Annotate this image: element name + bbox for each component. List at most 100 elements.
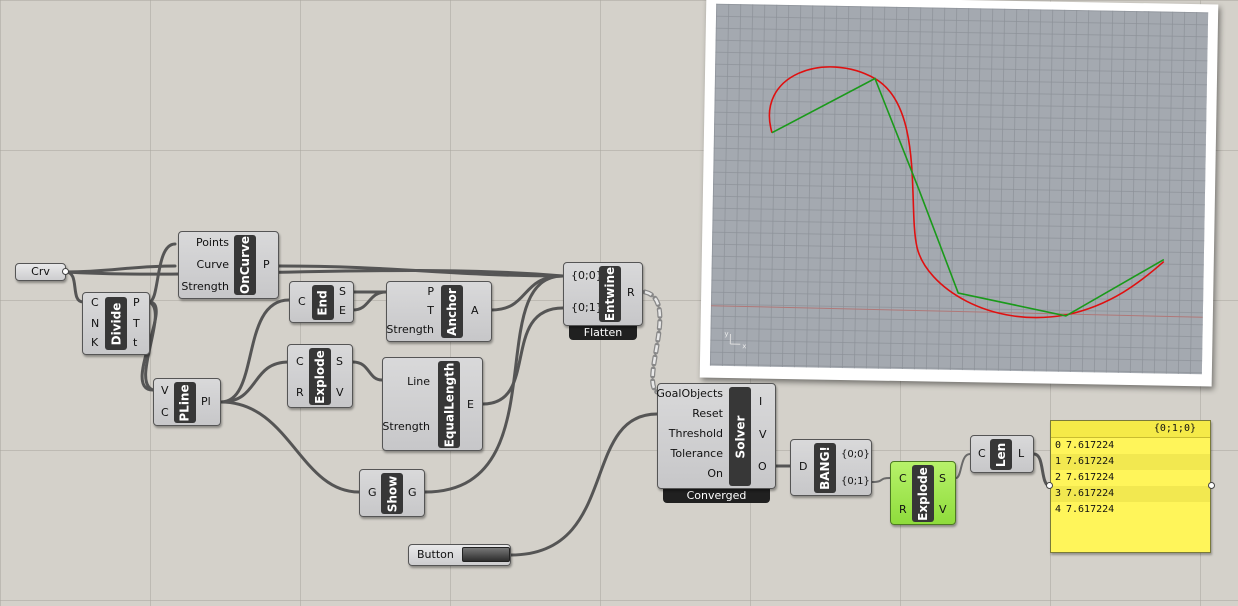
panel-row-index: 2 bbox=[1055, 472, 1062, 483]
oncurve-component[interactable]: Points Curve Strength OnCurve P bbox=[178, 231, 279, 299]
bang-output-01[interactable]: {0;1} bbox=[841, 476, 870, 488]
len-output-l[interactable]: L bbox=[1018, 448, 1024, 460]
anchor-component[interactable]: P T Strength Anchor A bbox=[386, 281, 492, 342]
wire-pline-show bbox=[219, 400, 361, 494]
axis-triad: y x bbox=[724, 330, 746, 350]
explode2-input-c[interactable]: C bbox=[899, 473, 907, 485]
pline-component[interactable]: V C PLine Pl bbox=[153, 378, 221, 426]
explode-output-v[interactable]: V bbox=[336, 387, 344, 399]
panel-row-value: 7.617224 bbox=[1066, 472, 1115, 483]
pline-input-c[interactable]: C bbox=[161, 407, 169, 419]
wire-explode-len bbox=[955, 453, 971, 479]
oncurve-input-strength[interactable]: Strength bbox=[181, 281, 229, 293]
divide-input-k[interactable]: K bbox=[91, 337, 98, 349]
panel-row-index: 0 bbox=[1055, 440, 1062, 451]
crv-param[interactable]: Crv bbox=[15, 263, 66, 281]
panel-row-index: 1 bbox=[1055, 456, 1062, 467]
panel-input-grip[interactable] bbox=[1046, 482, 1053, 489]
divide-component[interactable]: C N K Divide P T t bbox=[82, 292, 150, 355]
solver-input-reset[interactable]: Reset bbox=[692, 408, 723, 420]
end-component[interactable]: C End S E bbox=[289, 281, 354, 323]
green-polyline bbox=[771, 77, 1165, 317]
panel-row-index: 4 bbox=[1055, 504, 1062, 515]
bang-output-00[interactable]: {0;0} bbox=[841, 449, 870, 461]
explode2-output-v[interactable]: V bbox=[939, 504, 947, 516]
divide-output-t[interactable]: T bbox=[133, 318, 140, 330]
bang-input-d[interactable]: D bbox=[799, 461, 807, 473]
solver-input-on[interactable]: On bbox=[707, 468, 723, 480]
anchor-input-t[interactable]: T bbox=[427, 305, 434, 317]
entwine-input-01[interactable]: {0;1} bbox=[571, 302, 603, 314]
button-switch[interactable] bbox=[462, 547, 510, 562]
entwine-component[interactable]: {0;0} {0;1} Entwine R bbox=[563, 262, 643, 326]
solver-output-o[interactable]: O bbox=[758, 461, 767, 473]
divide-input-c[interactable]: C bbox=[91, 297, 99, 309]
viewport-geometry: y x bbox=[710, 66, 1203, 350]
solver-input-threshold[interactable]: Threshold bbox=[669, 428, 723, 440]
rhino-viewport[interactable]: y x bbox=[699, 0, 1219, 387]
entwine-output-r[interactable]: R bbox=[627, 287, 635, 299]
divide-output-p[interactable]: P bbox=[133, 297, 140, 309]
solver-input-tolerance[interactable]: Tolerance bbox=[671, 448, 723, 460]
wire-explode-equal bbox=[351, 360, 384, 382]
len-nickname: Len bbox=[990, 439, 1012, 470]
equallength-output-e[interactable]: E bbox=[467, 399, 474, 411]
panel-output-grip[interactable] bbox=[1208, 482, 1215, 489]
anchor-input-p[interactable]: P bbox=[427, 286, 434, 298]
panel-header: {0;1;0} bbox=[1051, 421, 1210, 438]
divide-output-t2[interactable]: t bbox=[133, 337, 137, 349]
oncurve-input-curve[interactable]: Curve bbox=[197, 259, 229, 271]
axis-label-x: x bbox=[742, 342, 746, 350]
divide-nickname: Divide bbox=[105, 297, 127, 350]
show-output-g[interactable]: G bbox=[408, 487, 417, 499]
solver-input-goalobjects[interactable]: GoalObjects bbox=[656, 388, 723, 400]
wire-button-solver bbox=[509, 412, 659, 557]
solver-output-v[interactable]: V bbox=[759, 429, 767, 441]
explode-nickname: Explode bbox=[309, 348, 331, 405]
explode-output-s[interactable]: S bbox=[336, 356, 343, 368]
explode-component-selected[interactable]: C R Explode S V bbox=[890, 461, 956, 525]
len-input-c[interactable]: C bbox=[978, 448, 986, 460]
bang-component[interactable]: D BANG! {0;0} {0;1} bbox=[790, 439, 872, 496]
pline-input-v[interactable]: V bbox=[161, 385, 169, 397]
len-component[interactable]: C Len L bbox=[970, 435, 1034, 473]
equallength-input-strength[interactable]: Strength bbox=[382, 421, 430, 433]
entwine-nickname: Entwine bbox=[599, 266, 621, 322]
solver-footer: Converged bbox=[663, 489, 770, 503]
solver-output-i[interactable]: I bbox=[759, 396, 762, 408]
crv-output-grip[interactable] bbox=[62, 268, 69, 275]
oncurve-output-p[interactable]: P bbox=[263, 259, 270, 271]
divide-input-n[interactable]: N bbox=[91, 318, 99, 330]
entwine-input-00[interactable]: {0;0} bbox=[571, 270, 603, 282]
explode2-nickname: Explode bbox=[912, 465, 934, 522]
explode2-output-s[interactable]: S bbox=[939, 473, 946, 485]
panel-row: 3 7.617224 bbox=[1051, 486, 1210, 502]
output-panel[interactable]: {0;1;0} 0 7.617224 1 7.617224 2 7.617224 37… bbox=[1050, 420, 1211, 553]
end-output-s[interactable]: S bbox=[339, 286, 346, 298]
wire-bang-explode bbox=[871, 477, 891, 483]
axis-label-y: y bbox=[724, 330, 728, 338]
wire-pline-explode bbox=[219, 360, 291, 404]
show-component[interactable]: G Show G bbox=[359, 469, 425, 517]
explode2-input-r[interactable]: R bbox=[899, 504, 907, 516]
show-nickname: Show bbox=[381, 473, 403, 514]
end-output-e[interactable]: E bbox=[339, 305, 346, 317]
end-input-c[interactable]: C bbox=[298, 296, 306, 308]
panel-row: 0 7.617224 bbox=[1051, 438, 1210, 454]
anchor-output-a[interactable]: A bbox=[471, 305, 479, 317]
oncurve-nickname: OnCurve bbox=[234, 235, 256, 295]
equallength-input-line[interactable]: Line bbox=[407, 376, 430, 388]
panel-row-value: 7.617224 bbox=[1066, 488, 1115, 499]
equallength-component[interactable]: Line Strength EqualLength E bbox=[382, 357, 483, 451]
explode-component[interactable]: C R Explode S V bbox=[287, 344, 353, 408]
entwine-footer: Flatten bbox=[569, 326, 637, 340]
solver-component[interactable]: GoalObjects Reset Threshold Tolerance On… bbox=[656, 383, 776, 489]
panel-row-value: 7.617224 bbox=[1066, 440, 1115, 451]
viewport-canvas[interactable]: y x bbox=[709, 3, 1209, 375]
pline-output-pl[interactable]: Pl bbox=[201, 396, 211, 408]
anchor-input-strength[interactable]: Strength bbox=[386, 324, 434, 336]
show-input-g[interactable]: G bbox=[368, 487, 377, 499]
explode-input-c[interactable]: C bbox=[296, 356, 304, 368]
explode-input-r[interactable]: R bbox=[296, 387, 304, 399]
oncurve-input-points[interactable]: Points bbox=[196, 237, 229, 249]
